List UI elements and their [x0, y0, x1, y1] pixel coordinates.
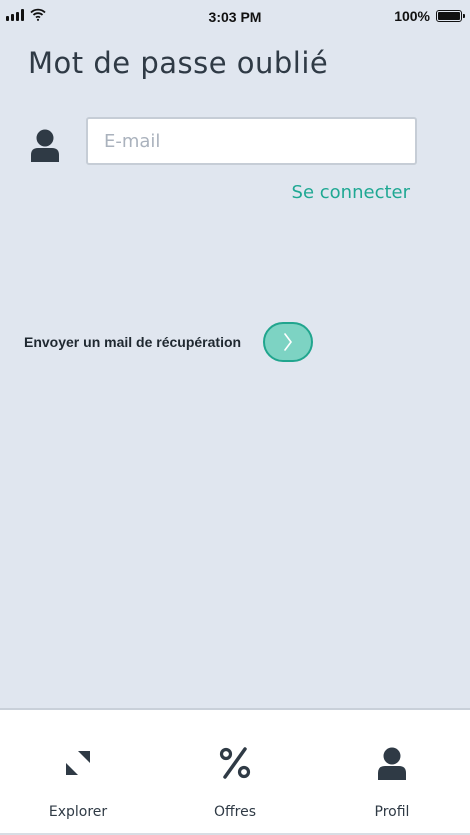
battery-icon — [436, 10, 465, 22]
user-icon — [31, 129, 59, 162]
status-right: 100% — [394, 8, 465, 24]
send-recovery-label: Envoyer un mail de récupération — [24, 334, 242, 350]
tab-bar: Explorer Offres Profil — [0, 708, 470, 835]
signin-link[interactable]: Se connecter — [292, 182, 410, 203]
send-recovery-button[interactable] — [263, 322, 314, 362]
page-title: Mot de passe oublié — [28, 46, 329, 80]
tab-explorer[interactable]: Explorer — [0, 710, 156, 835]
send-recovery-row: Envoyer un mail de récupération — [24, 322, 314, 362]
tab-label: Profil — [374, 804, 410, 820]
tab-offres[interactable]: Offres — [157, 710, 313, 835]
explore-arrows-icon — [66, 751, 90, 775]
battery-percent: 100% — [394, 8, 430, 24]
tab-label: Explorer — [48, 804, 108, 820]
chevron-right-icon — [284, 333, 293, 351]
tab-profil[interactable]: Profil — [314, 710, 470, 835]
tab-label: Offres — [213, 804, 257, 820]
percent-icon — [219, 747, 251, 779]
status-bar: 3:03 PM 100% — [0, 0, 470, 34]
user-icon — [378, 747, 406, 780]
email-field[interactable] — [86, 117, 417, 165]
